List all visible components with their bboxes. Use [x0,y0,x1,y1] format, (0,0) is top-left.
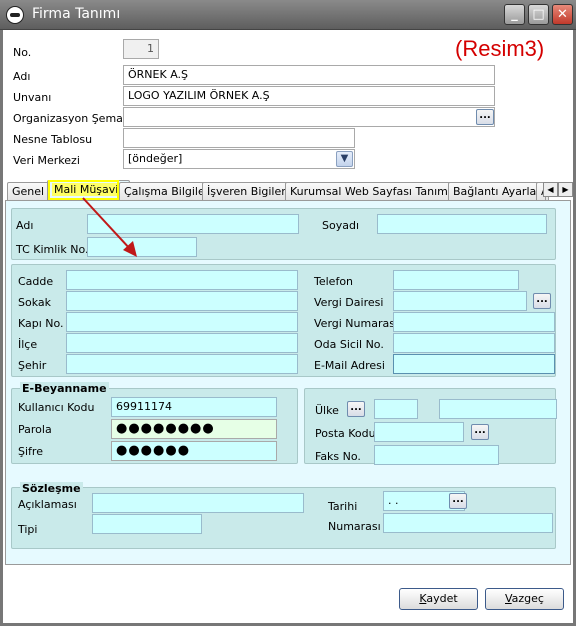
window-body: (Resim3) No. 1 Adı ÖRNEK A.Ş Unvanı LOGO… [0,30,576,626]
soyadi-field[interactable] [377,214,547,234]
sifre-field[interactable]: ●●●●●● [111,441,277,461]
aciklama-label: Açıklaması [18,498,77,511]
cadde-label: Cadde [18,275,54,288]
title-bar[interactable]: Firma Tanımı _ □ ✕ [0,0,576,30]
tab-baglanti-ayarlari[interactable]: Bağlantı Ayarları [448,182,549,200]
kapi-field[interactable] [66,312,298,332]
telefon-label: Telefon [314,275,354,288]
posta-kodu-label: Posta Kodu [315,427,376,440]
window-title: Firma Tanımı [32,6,121,22]
ebeyan-title: E-Beyanname [20,382,109,395]
email-label: E-Mail Adresi [314,359,385,372]
posta-kodu-field[interactable] [374,422,464,442]
sehir-field[interactable] [66,354,298,374]
veri-select[interactable]: [öndeğer] [123,149,355,169]
tc-label: TC Kimlik No. [16,243,89,256]
tarihi-label: Tarihi [328,500,358,513]
vergi-no-field[interactable] [393,312,555,332]
minimize-button[interactable]: _ [504,4,525,25]
unvani-field[interactable]: LOGO YAZILIM ÖRNEK A.Ş [123,86,495,106]
annotation-arrow-icon [82,197,137,257]
tipi-label: Tipi [18,523,38,536]
ebeyan-group: E-Beyanname Kullanıcı Kodu 69911174 Paro… [11,382,298,464]
no-label: No. [13,46,32,59]
soyadi-label: Soyadı [322,219,360,232]
kapi-label: Kapı No. [18,317,64,330]
vergi-dairesi-lookup-button[interactable]: ... [533,293,551,309]
vergi-no-label: Vergi Numarası [314,317,399,330]
sokak-label: Sokak [18,296,51,309]
tarihi-picker-button[interactable]: ... [449,493,467,509]
org-lookup-button[interactable]: ... [476,109,494,125]
chevron-down-icon[interactable]: ▼ [336,151,353,167]
vergi-dairesi-label: Vergi Dairesi [314,296,384,309]
annotation-label: (Resim3) [455,36,545,61]
tab-genel[interactable]: Genel [7,182,50,200]
nesne-field[interactable] [123,128,355,148]
numarasi-label: Numarası [328,520,381,533]
sifre-label: Şifre [18,445,43,458]
parola-field[interactable]: ●●●●●●●● [111,419,277,439]
ulke-label: Ülke [315,404,339,417]
telefon-field[interactable] [393,270,519,290]
kullanici-label: Kullanıcı Kodu [18,401,95,414]
kaydet-button[interactable]: Kaydet [399,588,478,610]
oda-sicil-field[interactable] [393,333,555,353]
ulke-lookup-button[interactable]: ... [347,401,365,417]
cadde-field[interactable] [66,270,298,290]
close-button[interactable]: ✕ [552,4,573,25]
faks-field[interactable] [374,445,499,465]
tab-isveren-bilgileri[interactable]: İşveren Bigileri [202,182,294,200]
kullanici-field[interactable]: 69911174 [111,397,277,417]
ulke-code-field[interactable] [374,399,418,419]
tipi-field[interactable] [92,514,202,534]
vergi-dairesi-field[interactable] [393,291,527,311]
email-field[interactable] [393,354,555,374]
adi-label: Adı [13,70,31,83]
unvani-label: Unvanı [13,91,52,104]
oda-sicil-label: Oda Sicil No. [314,338,384,351]
tab-scroll-left-icon[interactable]: ◀ [543,182,558,197]
sokak-field[interactable] [66,291,298,311]
ulke-name-field[interactable] [439,399,557,419]
no-field: 1 [123,39,159,59]
ilce-field[interactable] [66,333,298,353]
nesne-label: Nesne Tablosu [13,133,93,146]
parola-label: Parola [18,423,52,436]
aciklama-field[interactable] [92,493,304,513]
posta-kodu-lookup-button[interactable]: ... [471,424,489,440]
sozlesme-title: Sözleşme [20,482,83,495]
location-group: Ülke ... Posta Kodu ... Faks No. [304,388,557,465]
tab-kurumsal-web[interactable]: Kurumsal Web Sayfası Tanımları [285,182,471,200]
adi-field[interactable]: ÖRNEK A.Ş [123,65,495,85]
faks-label: Faks No. [315,450,361,463]
tab-scroll-right-icon[interactable]: ▶ [558,182,573,197]
org-label: Organizasyon Şeması [13,112,132,125]
sehir-label: Şehir [18,359,47,372]
ilce-label: İlçe [18,338,38,351]
maximize-button[interactable]: □ [528,4,549,25]
app-logo-icon [6,6,24,24]
person-adi-label: Adı [16,219,34,232]
address-group: Cadde Sokak Kapı No. İlçe Şehir Telefon … [11,264,556,377]
sozlesme-group: Sözleşme Açıklaması Tipi Tarihi . . ... … [11,482,556,549]
org-field[interactable] [123,107,495,127]
vazgec-button[interactable]: Vazgeç [485,588,564,610]
numarasi-field[interactable] [383,513,553,533]
veri-label: Veri Merkezi [13,154,80,167]
